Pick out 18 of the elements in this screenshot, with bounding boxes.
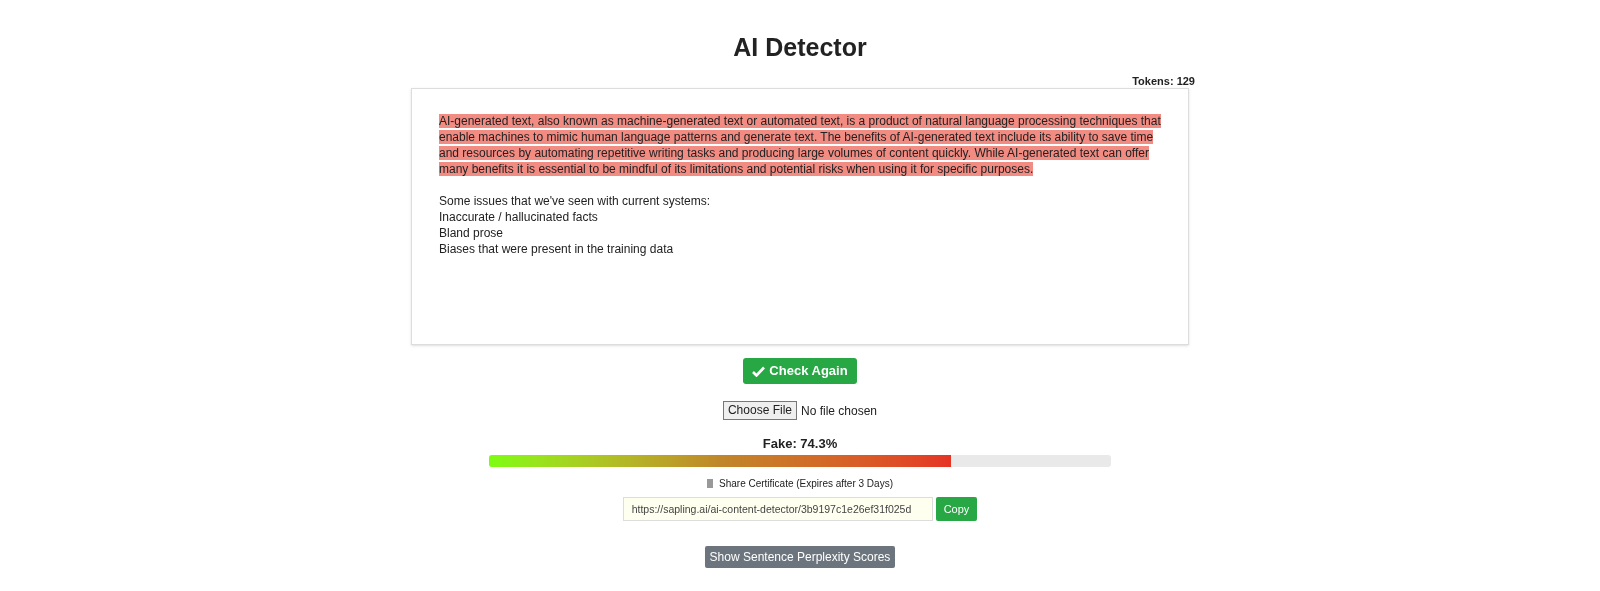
editor-paragraph: Biases that were present in the training data xyxy=(439,241,675,257)
editor-paragraph: Bland prose xyxy=(439,225,505,241)
page-title: AI Detector xyxy=(733,32,867,63)
check-again-button[interactable]: Check Again xyxy=(743,358,857,384)
share-label: Share Certificate (Expires after 3 Days) xyxy=(719,477,893,491)
editor-paragraph: AI-generated text, also known as machine-generated text or automated text, is a product of natural language processing techniques that enable machines to mimic human language patterns and generate text. The benefits of AI-generated text include its ability to save time and resources by automating repetitive writing tasks and producing large volumes of content quickly. While AI-generated text can offer many benefits it is essential to be mindful of its limitations and potential risks when using it for specific purposes. xyxy=(439,113,1162,177)
file-status: No file chosen xyxy=(801,402,878,420)
token-count: Tokens: 129 xyxy=(1132,74,1195,88)
checkmark-icon xyxy=(752,365,766,377)
result-label: Fake: 74.3% xyxy=(762,436,838,452)
choose-file-button[interactable]: Choose File xyxy=(722,401,797,420)
editor-paragraph: Some issues that we've seen with current systems: xyxy=(439,193,712,209)
share-url-field[interactable]: https://sapling.ai/ai-content-detector/3b9197c1e26ef31f025d xyxy=(622,497,933,521)
document-icon xyxy=(707,479,713,488)
editor-paragraph: Inaccurate / hallucinated facts xyxy=(439,209,599,225)
text-editor[interactable] xyxy=(411,88,1189,345)
copy-button[interactable]: Copy xyxy=(935,497,978,521)
perplexity-button[interactable]: Show Sentence Perplexity Scores xyxy=(704,546,896,568)
